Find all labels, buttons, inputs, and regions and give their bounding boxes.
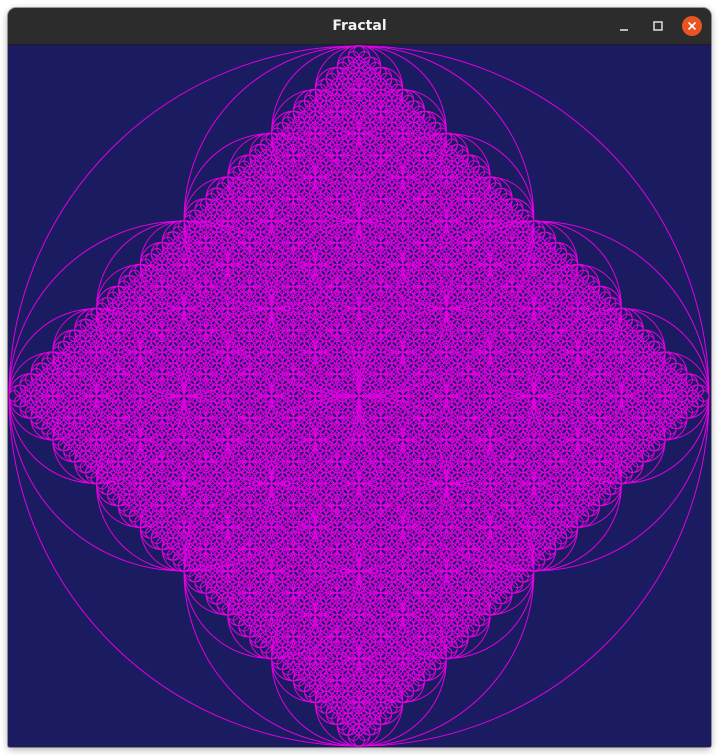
minimize-button[interactable] [614, 16, 634, 36]
close-icon [687, 21, 697, 31]
app-window: Fractal [8, 8, 711, 747]
fractal-canvas[interactable] [8, 45, 711, 747]
window-title: Fractal [332, 18, 387, 34]
fractal-circles [8, 45, 710, 747]
maximize-icon [653, 21, 663, 31]
minimize-icon [620, 29, 628, 31]
title-bar[interactable]: Fractal [8, 8, 711, 45]
fractal-drawing [8, 45, 710, 747]
maximize-button[interactable] [648, 16, 668, 36]
close-button[interactable] [682, 16, 702, 36]
